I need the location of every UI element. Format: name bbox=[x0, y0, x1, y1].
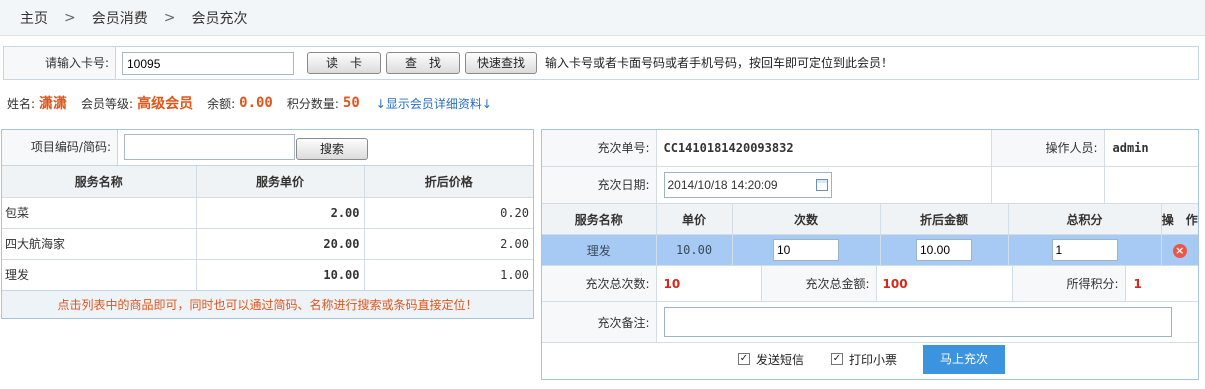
member-balance: 0.00 bbox=[239, 95, 273, 111]
member-level-label: 会员等级: bbox=[81, 96, 134, 111]
remark-label: 充次备注: bbox=[542, 301, 657, 343]
operator-label: 操作人员: bbox=[990, 130, 1105, 167]
delete-icon[interactable]: × bbox=[1172, 243, 1187, 258]
send-sms-label: 发送短信 bbox=[756, 353, 805, 367]
order-no: CC1410181420093832 bbox=[655, 130, 992, 167]
column-header: 服务名称 bbox=[542, 203, 657, 235]
service-discount-cell: 1.00 bbox=[363, 258, 533, 291]
item-points-input[interactable] bbox=[1051, 239, 1118, 261]
service-price-cell: 2.00 bbox=[195, 196, 365, 229]
item-price-cell: 10.00 bbox=[655, 234, 733, 266]
order-date-input[interactable]: 2014/10/18 14:20:09 bbox=[663, 171, 832, 198]
item-points-cell bbox=[1007, 234, 1162, 266]
column-header: 服务名称 bbox=[2, 166, 197, 198]
submit-recharge-button[interactable]: 马上充次 bbox=[923, 345, 1005, 374]
order-date-label: 充次日期: bbox=[542, 165, 657, 204]
order-actions: ✓ 发送短信 ✓ 打印小票 马上充次 bbox=[542, 342, 1198, 379]
member-points-label: 积分数量: bbox=[286, 96, 339, 111]
remark-cell bbox=[655, 301, 1198, 343]
order-info-table: 充次单号: CC1410181420093832 操作人员: admin 充次日… bbox=[542, 130, 1198, 204]
service-name-cell: 包菜 bbox=[2, 196, 197, 229]
breadcrumb-member-consume[interactable]: 会员消费 bbox=[92, 8, 148, 28]
totals-table: 充次总次数: 10 充次总金额: 100 所得积分: 1 bbox=[542, 265, 1198, 302]
card-number-label: 请输入卡号: bbox=[4, 47, 116, 79]
service-panel: 项目编码/简码: 搜索 服务名称 服务单价 折后价格 包菜 2.00 0.20 … bbox=[1, 129, 534, 319]
member-info: 姓名: 潇潇 会员等级: 高级会员 余额: 0.00 积分数量: 50 ↓显示会… bbox=[7, 92, 492, 114]
table-row[interactable]: 四大航海家 20.00 2.00 bbox=[2, 227, 533, 260]
item-count-input[interactable] bbox=[773, 239, 839, 261]
recharge-items-table: 服务名称 单价 次数 折后金额 总积分 操 作 理发 10.00 × bbox=[542, 203, 1198, 266]
member-name-label: 姓名: bbox=[7, 96, 36, 111]
table-row[interactable]: 理发 10.00 × bbox=[542, 234, 1198, 266]
item-action-cell: × bbox=[1160, 234, 1198, 266]
breadcrumb-member-recharge: 会员充次 bbox=[191, 10, 248, 27]
service-search-button[interactable]: 搜索 bbox=[296, 138, 368, 160]
quick-find-button[interactable]: 快速查找 bbox=[465, 52, 537, 74]
table-row[interactable]: 理发 10.00 1.00 bbox=[2, 258, 533, 291]
order-no-label: 充次单号: bbox=[542, 130, 657, 167]
calendar-icon[interactable] bbox=[815, 178, 828, 191]
service-name-cell: 理发 bbox=[2, 258, 197, 291]
column-header: 服务单价 bbox=[195, 166, 365, 198]
table-row[interactable]: 包菜 2.00 0.20 bbox=[2, 196, 533, 229]
item-name-cell: 理发 bbox=[542, 234, 657, 266]
remark-table: 充次备注: bbox=[542, 301, 1198, 343]
card-number-input[interactable] bbox=[122, 52, 294, 75]
member-balance-label: 余额: bbox=[207, 96, 236, 111]
earned-points-label: 所得积分: bbox=[1011, 265, 1126, 302]
operator-name: admin bbox=[1103, 130, 1198, 167]
send-sms-checkbox[interactable]: ✓ bbox=[738, 353, 750, 365]
service-table: 服务名称 服务单价 折后价格 包菜 2.00 0.20 四大航海家 20.00 … bbox=[2, 166, 533, 291]
breadcrumb-separator: > bbox=[64, 9, 76, 26]
total-count: 10 bbox=[655, 265, 762, 302]
column-header: 折后价格 bbox=[363, 166, 533, 198]
print-ticket-label: 打印小票 bbox=[849, 353, 898, 367]
service-name-cell: 四大航海家 bbox=[2, 227, 197, 260]
service-discount-cell: 2.00 bbox=[363, 227, 533, 260]
service-search-bar: 项目编码/简码: 搜索 bbox=[2, 130, 533, 166]
remark-input[interactable] bbox=[663, 307, 1172, 337]
order-date-cell: 2014/10/18 14:20:09 bbox=[655, 165, 992, 204]
item-count-cell bbox=[731, 234, 881, 266]
column-header: 次数 bbox=[731, 203, 881, 235]
member-level: 高级会员 bbox=[137, 96, 194, 112]
breadcrumb-separator: > bbox=[163, 9, 176, 26]
item-amount-cell bbox=[879, 234, 1009, 266]
order-date-value: 2014/10/18 14:20:09 bbox=[667, 177, 778, 192]
column-header: 操 作 bbox=[1160, 203, 1198, 235]
card-lookup-bar: 请输入卡号: 读 卡 查 找 快速查找 输入卡号或者卡面号码或者手机号码，按回车… bbox=[3, 46, 1199, 80]
total-count-label: 充次总次数: bbox=[542, 265, 657, 302]
service-code-input[interactable] bbox=[124, 134, 295, 160]
service-price-cell: 10.00 bbox=[195, 258, 365, 291]
service-discount-cell: 0.20 bbox=[363, 196, 533, 229]
read-card-button[interactable]: 读 卡 bbox=[307, 52, 381, 74]
table-header-row: 服务名称 服务单价 折后价格 bbox=[2, 166, 533, 198]
service-code-label: 项目编码/简码: bbox=[2, 130, 118, 165]
table-header-row: 服务名称 单价 次数 折后金额 总积分 操 作 bbox=[542, 203, 1198, 235]
find-button[interactable]: 查 找 bbox=[386, 52, 460, 74]
empty-cell bbox=[1103, 165, 1198, 204]
breadcrumb: 主页 > 会员消费 > 会员充次 bbox=[0, 0, 1205, 36]
total-amount-label: 充次总金额: bbox=[760, 265, 877, 302]
member-name: 潇潇 bbox=[39, 96, 68, 112]
column-header: 折后金额 bbox=[879, 203, 1009, 235]
earned-points: 1 bbox=[1124, 265, 1198, 302]
breadcrumb-home[interactable]: 主页 bbox=[20, 8, 48, 28]
card-lookup-hint: 输入卡号或者卡面号码或者手机号码，按回车即可定位到此会员！ bbox=[545, 56, 894, 70]
column-header: 单价 bbox=[655, 203, 733, 235]
print-ticket-checkbox[interactable]: ✓ bbox=[831, 353, 843, 365]
item-amount-input[interactable] bbox=[916, 239, 972, 261]
service-price-cell: 20.00 bbox=[195, 227, 365, 260]
column-header: 总积分 bbox=[1007, 203, 1162, 235]
service-list-tip: 点击列表中的商品即可，同时也可以通过简码、名称进行搜索或条码直接定位！ bbox=[2, 290, 533, 318]
member-points: 50 bbox=[342, 95, 360, 111]
empty-cell bbox=[990, 165, 1105, 204]
recharge-order-panel: 充次单号: CC1410181420093832 操作人员: admin 充次日… bbox=[541, 129, 1199, 380]
total-amount: 100 bbox=[875, 265, 1013, 302]
show-member-details-link[interactable]: ↓显示会员详细资料↓ bbox=[376, 95, 492, 112]
